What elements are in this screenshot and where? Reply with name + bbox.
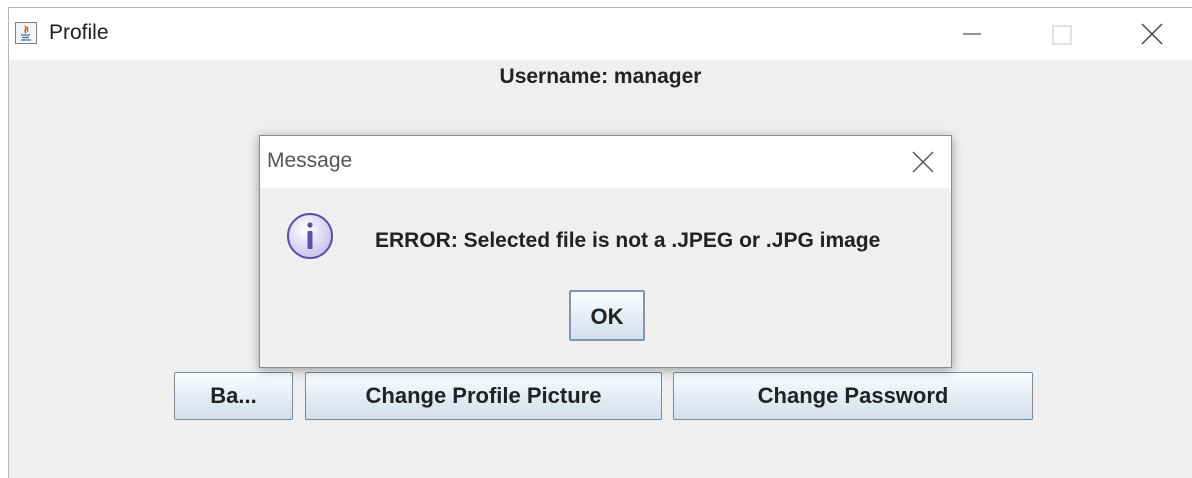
dialog-titlebar[interactable]: Message [260, 136, 951, 188]
minimize-button[interactable] [949, 14, 995, 54]
error-message: ERROR: Selected file is not a .JPEG or .… [375, 229, 881, 252]
window-titlebar[interactable]: Profile [9, 8, 1192, 60]
back-button[interactable]: Ba... [174, 372, 293, 420]
change-password-button[interactable]: Change Password [673, 372, 1033, 420]
maximize-icon [1052, 25, 1072, 45]
ok-button[interactable]: OK [569, 290, 645, 341]
close-icon [912, 151, 934, 173]
change-profile-picture-button[interactable]: Change Profile Picture [305, 372, 662, 420]
minimize-icon [963, 33, 981, 35]
maximize-button[interactable] [1039, 14, 1085, 54]
username-label: Username: manager [499, 65, 702, 88]
dialog-title: Message [267, 149, 353, 172]
window-title: Profile [49, 21, 109, 44]
window-close-button[interactable] [1129, 14, 1175, 54]
message-dialog: Message ERROR: Selected file is not a .J… [259, 135, 952, 368]
java-app-icon [15, 22, 37, 44]
info-icon [284, 210, 336, 262]
dialog-close-button[interactable] [907, 146, 939, 178]
close-icon [1141, 23, 1163, 45]
